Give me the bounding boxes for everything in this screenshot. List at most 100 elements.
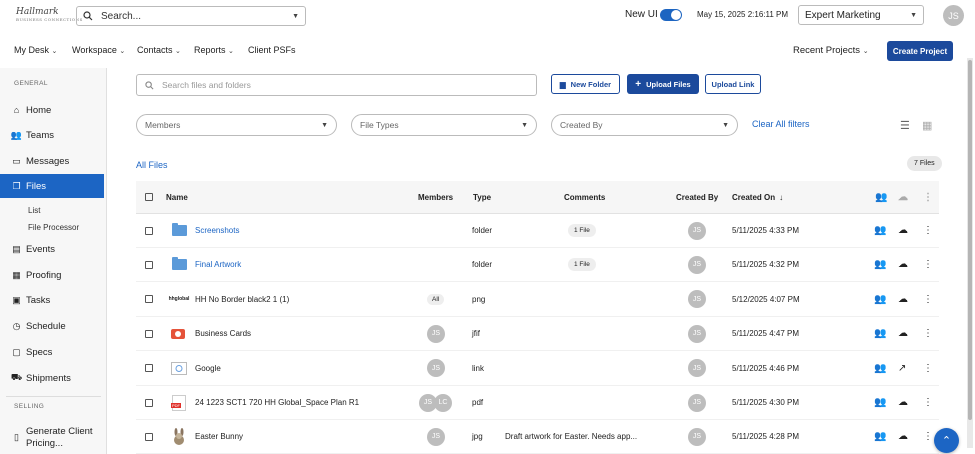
comment-text[interactable]: Draft artwork for Easter. Needs app... — [505, 432, 637, 441]
creator-avatar[interactable]: JS — [688, 255, 706, 274]
row-more-icon[interactable]: ⋮ — [923, 352, 933, 385]
table-row[interactable]: Easter Bunny JS jpg Draft artwork for Easte… — [136, 420, 939, 454]
column-created-by[interactable]: Created By — [676, 181, 718, 213]
download-icon[interactable]: ☁ — [898, 328, 908, 339]
file-types-filter[interactable]: File Types ▼ — [351, 114, 537, 136]
sidebar-item-proofing[interactable]: ▦ Proofing — [0, 263, 104, 287]
table-row[interactable]: Google JS link JS 5/11/2025 4:46 PM 👥 ↗ ⋮ — [136, 352, 939, 386]
row-members-icon[interactable]: 👥 — [874, 386, 886, 419]
sidebar-item-generate-client-pricing[interactable]: ▯ Generate Client Pricing... — [0, 424, 104, 454]
download-icon[interactable]: ☁ — [898, 225, 908, 236]
column-name[interactable]: Name — [166, 181, 188, 213]
file-name[interactable]: Final Artwork — [195, 248, 241, 281]
file-name[interactable]: Google — [195, 352, 221, 385]
column-members[interactable]: Members — [418, 181, 453, 213]
clear-filters-link[interactable]: Clear All filters — [752, 119, 810, 129]
nav-reports[interactable]: Reports ⌄ — [194, 45, 234, 55]
members-filter[interactable]: Members ▼ — [136, 114, 337, 136]
nav-my-desk[interactable]: My Desk ⌄ — [14, 45, 57, 55]
create-project-button[interactable]: Create Project — [887, 41, 953, 61]
creator-avatar[interactable]: JS — [688, 324, 706, 343]
created-by-filter[interactable]: Created By ▼ — [551, 114, 738, 136]
download-icon[interactable]: ☁ — [898, 294, 908, 305]
member-avatar[interactable]: JS — [427, 427, 445, 446]
sidebar-subitem-list[interactable]: List — [28, 206, 40, 215]
row-more-icon[interactable]: ⋮ — [923, 317, 933, 350]
sidebar-item-messages[interactable]: ▭ Messages — [0, 149, 104, 173]
creator-avatar[interactable]: JS — [688, 221, 706, 240]
scroll-top-button[interactable]: ⌃ — [934, 428, 959, 453]
comment-badge[interactable]: 1 File — [568, 258, 596, 272]
sidebar-item-teams[interactable]: 👥 Teams — [0, 123, 104, 147]
row-more-icon[interactable]: ⋮ — [923, 214, 933, 247]
row-checkbox[interactable] — [145, 214, 153, 247]
row-members-icon[interactable]: 👥 — [874, 420, 886, 453]
creator-avatar[interactable]: JS — [688, 359, 706, 378]
column-type[interactable]: Type — [473, 181, 491, 213]
grid-view-icon[interactable]: ▦ — [922, 119, 932, 132]
member-avatar[interactable]: JS — [427, 359, 445, 378]
column-created-on[interactable]: Created On ↓ — [732, 181, 783, 213]
member-avatar[interactable]: LC — [434, 393, 452, 412]
creator-avatar[interactable]: JS — [688, 427, 706, 446]
row-checkbox[interactable] — [145, 317, 153, 350]
member-avatar[interactable]: JS — [427, 324, 445, 343]
sidebar-subitem-file-processor[interactable]: File Processor — [28, 223, 79, 232]
sidebar-item-files[interactable]: ❐ Files — [0, 174, 104, 198]
upload-files-button[interactable]: + Upload Files — [627, 74, 699, 94]
sidebar-item-tasks[interactable]: ▣ Tasks — [0, 288, 104, 312]
files-search-input[interactable]: Search files and folders — [136, 74, 537, 96]
comment-badge[interactable]: 1 File — [568, 224, 596, 237]
row-members-icon[interactable]: 👥 — [874, 283, 886, 316]
sidebar-item-home[interactable]: ⌂ Home — [0, 98, 104, 122]
download-icon[interactable]: ☁ — [898, 397, 908, 408]
list-view-icon[interactable]: ☰ — [900, 119, 910, 132]
user-avatar[interactable]: JS — [943, 5, 964, 26]
row-members-icon[interactable]: 👥 — [874, 248, 886, 281]
row-checkbox[interactable] — [145, 283, 153, 316]
table-row[interactable]: Screenshots folder 1 File JS 5/11/2025 4:33 … — [136, 214, 939, 248]
new-ui-toggle[interactable] — [660, 9, 682, 21]
row-more-icon[interactable]: ⋮ — [923, 283, 933, 316]
open-external-icon[interactable]: ↗ — [898, 363, 906, 374]
new-folder-button[interactable]: ▆ New Folder — [551, 74, 620, 94]
row-members-icon[interactable]: 👥 — [874, 214, 886, 247]
select-all-checkbox[interactable] — [145, 181, 153, 213]
table-row[interactable]: PDF 24 1223 SCT1 720 HH Global_Space Plan… — [136, 386, 939, 420]
chevron-down-icon[interactable]: ▼ — [292, 13, 299, 20]
upload-link-button[interactable]: Upload Link — [705, 74, 761, 94]
row-members-icon[interactable]: 👥 — [874, 352, 886, 385]
file-name[interactable]: 24 1223 SCT1 720 HH Global_Space Plan R1 — [195, 386, 359, 419]
brand-logo[interactable]: Hallmark BUSINESS CONNECTIONS — [16, 8, 83, 23]
file-name[interactable]: Screenshots — [195, 214, 239, 247]
row-members-icon[interactable]: 👥 — [874, 317, 886, 350]
row-more-icon[interactable]: ⋮ — [923, 386, 933, 419]
row-checkbox[interactable] — [145, 420, 153, 453]
sidebar-item-specs[interactable]: ▢ Specs — [0, 340, 104, 364]
global-search-input[interactable]: Search... ▼ — [76, 6, 306, 26]
row-checkbox[interactable] — [145, 352, 153, 385]
table-row[interactable]: hhglobal HH No Border black2 1 (1) All png J… — [136, 283, 939, 317]
row-checkbox[interactable] — [145, 248, 153, 281]
column-comments[interactable]: Comments — [564, 181, 605, 213]
file-name[interactable]: HH No Border black2 1 (1) — [195, 283, 289, 316]
company-select[interactable]: Expert Marketing ▼ — [798, 5, 924, 25]
nav-client-psfs[interactable]: Client PSFs — [248, 45, 296, 55]
download-icon[interactable]: ☁ — [898, 431, 908, 442]
table-row[interactable]: Business Cards JS jfif JS 5/11/2025 4:47 PM 👥… — [136, 317, 939, 352]
breadcrumb-all-files[interactable]: All Files — [136, 160, 168, 170]
creator-avatar[interactable]: JS — [688, 290, 706, 309]
nav-contacts[interactable]: Contacts ⌄ — [137, 45, 181, 55]
file-name[interactable]: Easter Bunny — [195, 420, 243, 453]
sidebar-item-schedule[interactable]: ◷ Schedule — [0, 314, 104, 338]
table-row[interactable]: Final Artwork folder 1 File JS 5/11/2025 4:3… — [136, 248, 939, 283]
creator-avatar[interactable]: JS — [688, 393, 706, 412]
row-more-icon[interactable]: ⋮ — [923, 420, 933, 453]
page-scrollbar[interactable] — [967, 58, 973, 448]
sidebar-item-shipments[interactable]: ⛟ Shipments — [0, 366, 104, 390]
sidebar-item-events[interactable]: ▤ Events — [0, 237, 104, 261]
file-name[interactable]: Business Cards — [195, 317, 251, 350]
row-checkbox[interactable] — [145, 386, 153, 419]
download-icon[interactable]: ☁ — [898, 259, 908, 270]
row-more-icon[interactable]: ⋮ — [923, 248, 933, 281]
